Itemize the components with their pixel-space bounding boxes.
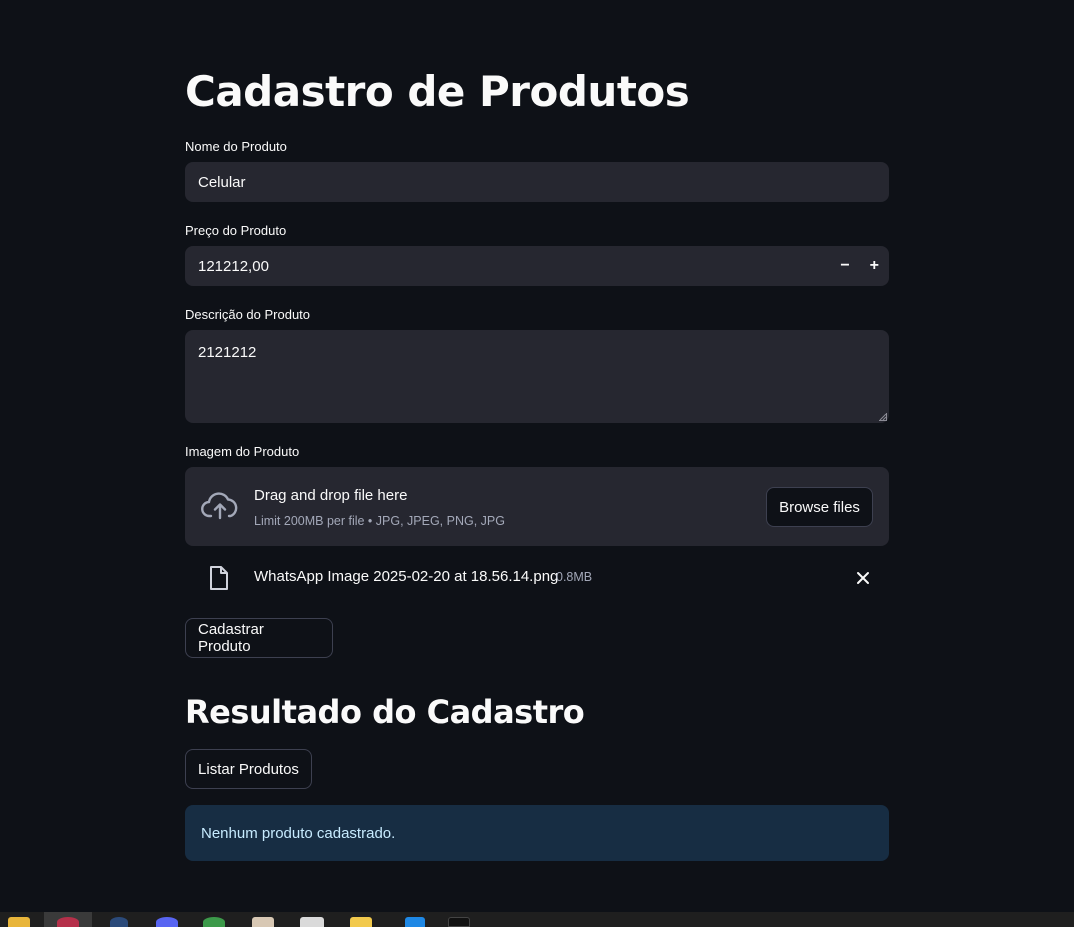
terminal-icon[interactable]	[300, 917, 324, 927]
chrome-icon[interactable]	[203, 917, 225, 927]
browse-files-button[interactable]: Browse files	[766, 487, 873, 527]
folder-icon[interactable]	[8, 917, 30, 927]
product-description-field[interactable]: 2121212	[185, 330, 889, 423]
cloud-upload-icon	[201, 491, 239, 521]
dropzone-limit-text: Limit 200MB per file • JPG, JPEG, PNG, J…	[254, 514, 505, 528]
info-alert: Nenhum produto cadastrado.	[185, 805, 889, 861]
browser-icon[interactable]	[57, 917, 79, 927]
result-heading: Resultado do Cadastro	[185, 693, 585, 731]
uploaded-file-row: WhatsApp Image 2025-02-20 at 18.56.14.pn…	[185, 560, 889, 596]
submit-product-button[interactable]: Cadastrar Produto	[185, 618, 333, 658]
product-name-input[interactable]	[185, 173, 889, 191]
product-price-input[interactable]	[185, 257, 831, 275]
price-decrement-button[interactable]: −	[830, 246, 859, 286]
price-increment-button[interactable]: +	[860, 246, 889, 286]
list-products-button[interactable]: Listar Produtos	[185, 749, 312, 789]
file-dropzone[interactable]: Drag and drop file here Limit 200MB per …	[185, 467, 889, 546]
product-description-label: Descrição do Produto	[185, 307, 311, 322]
info-alert-text: Nenhum produto cadastrado.	[201, 824, 396, 842]
product-price-label: Preço do Produto	[185, 223, 287, 238]
app-page: Cadastro de Produtos Nome do Produto Pre…	[0, 0, 1074, 927]
product-price-field[interactable]: − +	[185, 246, 889, 286]
uploaded-file-name: WhatsApp Image 2025-02-20 at 18.56.14.pn…	[254, 568, 559, 585]
os-taskbar	[0, 912, 1074, 927]
product-name-field[interactable]	[185, 162, 889, 202]
app-icon[interactable]	[252, 917, 274, 927]
uploaded-file-size: 0.8MB	[556, 570, 593, 584]
dropzone-title: Drag and drop file here	[254, 487, 408, 504]
product-image-label: Imagem do Produto	[185, 444, 300, 459]
product-description-textarea[interactable]: 2121212	[185, 330, 889, 423]
app2-icon[interactable]	[448, 917, 470, 927]
vscode-icon[interactable]	[405, 917, 425, 927]
close-icon[interactable]	[855, 570, 871, 586]
python-icon[interactable]	[350, 917, 372, 927]
steam-icon[interactable]	[110, 917, 128, 927]
resize-handle-icon[interactable]	[879, 413, 887, 421]
page-title: Cadastro de Produtos	[185, 67, 690, 116]
product-name-label: Nome do Produto	[185, 139, 287, 154]
discord-icon[interactable]	[156, 917, 178, 927]
file-icon	[208, 565, 230, 591]
